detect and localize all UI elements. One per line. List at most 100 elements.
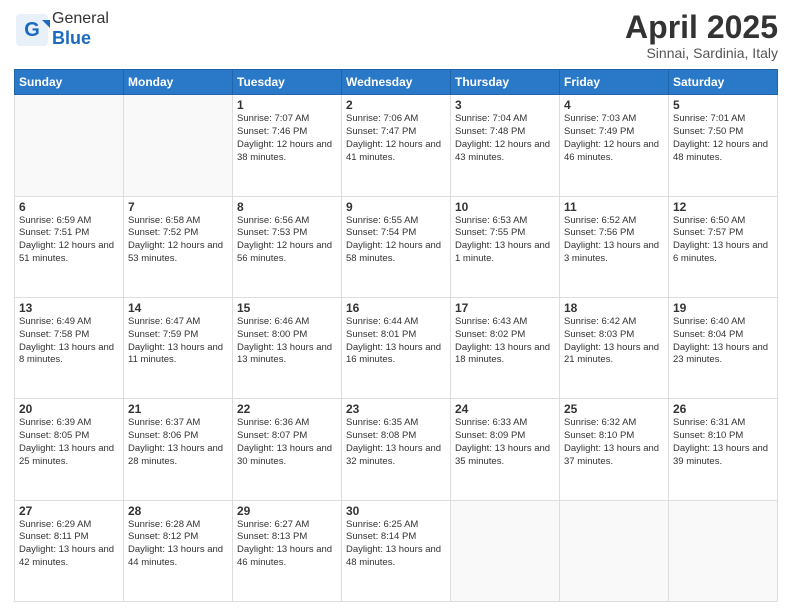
day-number: 4 (564, 98, 664, 112)
day-number: 13 (19, 301, 119, 315)
sun-info: Sunrise: 6:49 AMSunset: 7:58 PMDaylight:… (19, 316, 119, 367)
calendar-cell: 22Sunrise: 6:36 AMSunset: 8:07 PMDayligh… (233, 399, 342, 500)
day-number: 1 (237, 98, 337, 112)
sun-info: Sunrise: 6:50 AMSunset: 7:57 PMDaylight:… (673, 215, 773, 266)
day-number: 19 (673, 301, 773, 315)
sun-info: Sunrise: 7:03 AMSunset: 7:49 PMDaylight:… (564, 113, 664, 164)
calendar-week-1: 1Sunrise: 7:07 AMSunset: 7:46 PMDaylight… (15, 95, 778, 196)
sun-info: Sunrise: 6:47 AMSunset: 7:59 PMDaylight:… (128, 316, 228, 367)
calendar-cell (669, 500, 778, 601)
weekday-header-friday: Friday (560, 70, 669, 95)
sun-info: Sunrise: 6:44 AMSunset: 8:01 PMDaylight:… (346, 316, 446, 367)
sun-info: Sunrise: 6:58 AMSunset: 7:52 PMDaylight:… (128, 215, 228, 266)
sun-info: Sunrise: 7:07 AMSunset: 7:46 PMDaylight:… (237, 113, 337, 164)
day-number: 9 (346, 200, 446, 214)
calendar-week-5: 27Sunrise: 6:29 AMSunset: 8:11 PMDayligh… (15, 500, 778, 601)
weekday-header-tuesday: Tuesday (233, 70, 342, 95)
calendar-cell: 26Sunrise: 6:31 AMSunset: 8:10 PMDayligh… (669, 399, 778, 500)
day-number: 17 (455, 301, 555, 315)
calendar-week-4: 20Sunrise: 6:39 AMSunset: 8:05 PMDayligh… (15, 399, 778, 500)
sun-info: Sunrise: 6:27 AMSunset: 8:13 PMDaylight:… (237, 519, 337, 570)
weekday-header-saturday: Saturday (669, 70, 778, 95)
calendar-cell: 24Sunrise: 6:33 AMSunset: 8:09 PMDayligh… (451, 399, 560, 500)
calendar-cell: 21Sunrise: 6:37 AMSunset: 8:06 PMDayligh… (124, 399, 233, 500)
logo-blue-text: Blue (52, 28, 91, 48)
day-number: 20 (19, 402, 119, 416)
calendar-cell: 23Sunrise: 6:35 AMSunset: 8:08 PMDayligh… (342, 399, 451, 500)
sun-info: Sunrise: 6:59 AMSunset: 7:51 PMDaylight:… (19, 215, 119, 266)
calendar-cell: 15Sunrise: 6:46 AMSunset: 8:00 PMDayligh… (233, 297, 342, 398)
calendar-cell: 12Sunrise: 6:50 AMSunset: 7:57 PMDayligh… (669, 196, 778, 297)
calendar-table: SundayMondayTuesdayWednesdayThursdayFrid… (14, 69, 778, 602)
day-number: 14 (128, 301, 228, 315)
calendar-cell: 28Sunrise: 6:28 AMSunset: 8:12 PMDayligh… (124, 500, 233, 601)
day-number: 22 (237, 402, 337, 416)
sun-info: Sunrise: 6:31 AMSunset: 8:10 PMDaylight:… (673, 417, 773, 468)
location: Sinnai, Sardinia, Italy (625, 45, 778, 61)
calendar-cell: 16Sunrise: 6:44 AMSunset: 8:01 PMDayligh… (342, 297, 451, 398)
day-number: 23 (346, 402, 446, 416)
day-number: 7 (128, 200, 228, 214)
sun-info: Sunrise: 6:56 AMSunset: 7:53 PMDaylight:… (237, 215, 337, 266)
day-number: 8 (237, 200, 337, 214)
calendar-cell: 13Sunrise: 6:49 AMSunset: 7:58 PMDayligh… (15, 297, 124, 398)
sun-info: Sunrise: 6:43 AMSunset: 8:02 PMDaylight:… (455, 316, 555, 367)
calendar-cell (124, 95, 233, 196)
calendar-cell: 27Sunrise: 6:29 AMSunset: 8:11 PMDayligh… (15, 500, 124, 601)
day-number: 30 (346, 504, 446, 518)
calendar-cell (560, 500, 669, 601)
sun-info: Sunrise: 7:06 AMSunset: 7:47 PMDaylight:… (346, 113, 446, 164)
calendar-cell: 5Sunrise: 7:01 AMSunset: 7:50 PMDaylight… (669, 95, 778, 196)
sun-info: Sunrise: 7:01 AMSunset: 7:50 PMDaylight:… (673, 113, 773, 164)
logo-icon: G (14, 12, 50, 48)
calendar-cell: 9Sunrise: 6:55 AMSunset: 7:54 PMDaylight… (342, 196, 451, 297)
sun-info: Sunrise: 7:04 AMSunset: 7:48 PMDaylight:… (455, 113, 555, 164)
calendar-cell (451, 500, 560, 601)
day-number: 2 (346, 98, 446, 112)
calendar-cell: 1Sunrise: 7:07 AMSunset: 7:46 PMDaylight… (233, 95, 342, 196)
weekday-header-wednesday: Wednesday (342, 70, 451, 95)
sun-info: Sunrise: 6:53 AMSunset: 7:55 PMDaylight:… (455, 215, 555, 266)
sun-info: Sunrise: 6:28 AMSunset: 8:12 PMDaylight:… (128, 519, 228, 570)
sun-info: Sunrise: 6:35 AMSunset: 8:08 PMDaylight:… (346, 417, 446, 468)
logo: G General Blue (14, 10, 109, 49)
sun-info: Sunrise: 6:32 AMSunset: 8:10 PMDaylight:… (564, 417, 664, 468)
month-title: April 2025 (625, 10, 778, 45)
sun-info: Sunrise: 6:46 AMSunset: 8:00 PMDaylight:… (237, 316, 337, 367)
calendar-cell: 6Sunrise: 6:59 AMSunset: 7:51 PMDaylight… (15, 196, 124, 297)
calendar-week-2: 6Sunrise: 6:59 AMSunset: 7:51 PMDaylight… (15, 196, 778, 297)
sun-info: Sunrise: 6:39 AMSunset: 8:05 PMDaylight:… (19, 417, 119, 468)
calendar-cell: 30Sunrise: 6:25 AMSunset: 8:14 PMDayligh… (342, 500, 451, 601)
calendar-cell: 2Sunrise: 7:06 AMSunset: 7:47 PMDaylight… (342, 95, 451, 196)
sun-info: Sunrise: 6:52 AMSunset: 7:56 PMDaylight:… (564, 215, 664, 266)
sun-info: Sunrise: 6:42 AMSunset: 8:03 PMDaylight:… (564, 316, 664, 367)
calendar-cell: 29Sunrise: 6:27 AMSunset: 8:13 PMDayligh… (233, 500, 342, 601)
header: G General Blue April 2025 Sinnai, Sardin… (14, 10, 778, 61)
day-number: 5 (673, 98, 773, 112)
day-number: 6 (19, 200, 119, 214)
day-number: 15 (237, 301, 337, 315)
calendar-cell: 11Sunrise: 6:52 AMSunset: 7:56 PMDayligh… (560, 196, 669, 297)
day-number: 18 (564, 301, 664, 315)
weekday-header-thursday: Thursday (451, 70, 560, 95)
sun-info: Sunrise: 6:55 AMSunset: 7:54 PMDaylight:… (346, 215, 446, 266)
day-number: 12 (673, 200, 773, 214)
calendar-cell: 18Sunrise: 6:42 AMSunset: 8:03 PMDayligh… (560, 297, 669, 398)
calendar-cell: 25Sunrise: 6:32 AMSunset: 8:10 PMDayligh… (560, 399, 669, 500)
calendar-cell: 3Sunrise: 7:04 AMSunset: 7:48 PMDaylight… (451, 95, 560, 196)
weekday-header-sunday: Sunday (15, 70, 124, 95)
calendar-cell: 14Sunrise: 6:47 AMSunset: 7:59 PMDayligh… (124, 297, 233, 398)
weekday-header-monday: Monday (124, 70, 233, 95)
sun-info: Sunrise: 6:25 AMSunset: 8:14 PMDaylight:… (346, 519, 446, 570)
day-number: 21 (128, 402, 228, 416)
svg-text:G: G (24, 19, 40, 41)
day-number: 10 (455, 200, 555, 214)
calendar-cell: 4Sunrise: 7:03 AMSunset: 7:49 PMDaylight… (560, 95, 669, 196)
page: G General Blue April 2025 Sinnai, Sardin… (0, 0, 792, 612)
day-number: 27 (19, 504, 119, 518)
day-number: 11 (564, 200, 664, 214)
day-number: 29 (237, 504, 337, 518)
sun-info: Sunrise: 6:36 AMSunset: 8:07 PMDaylight:… (237, 417, 337, 468)
calendar-cell: 19Sunrise: 6:40 AMSunset: 8:04 PMDayligh… (669, 297, 778, 398)
calendar-cell: 7Sunrise: 6:58 AMSunset: 7:52 PMDaylight… (124, 196, 233, 297)
